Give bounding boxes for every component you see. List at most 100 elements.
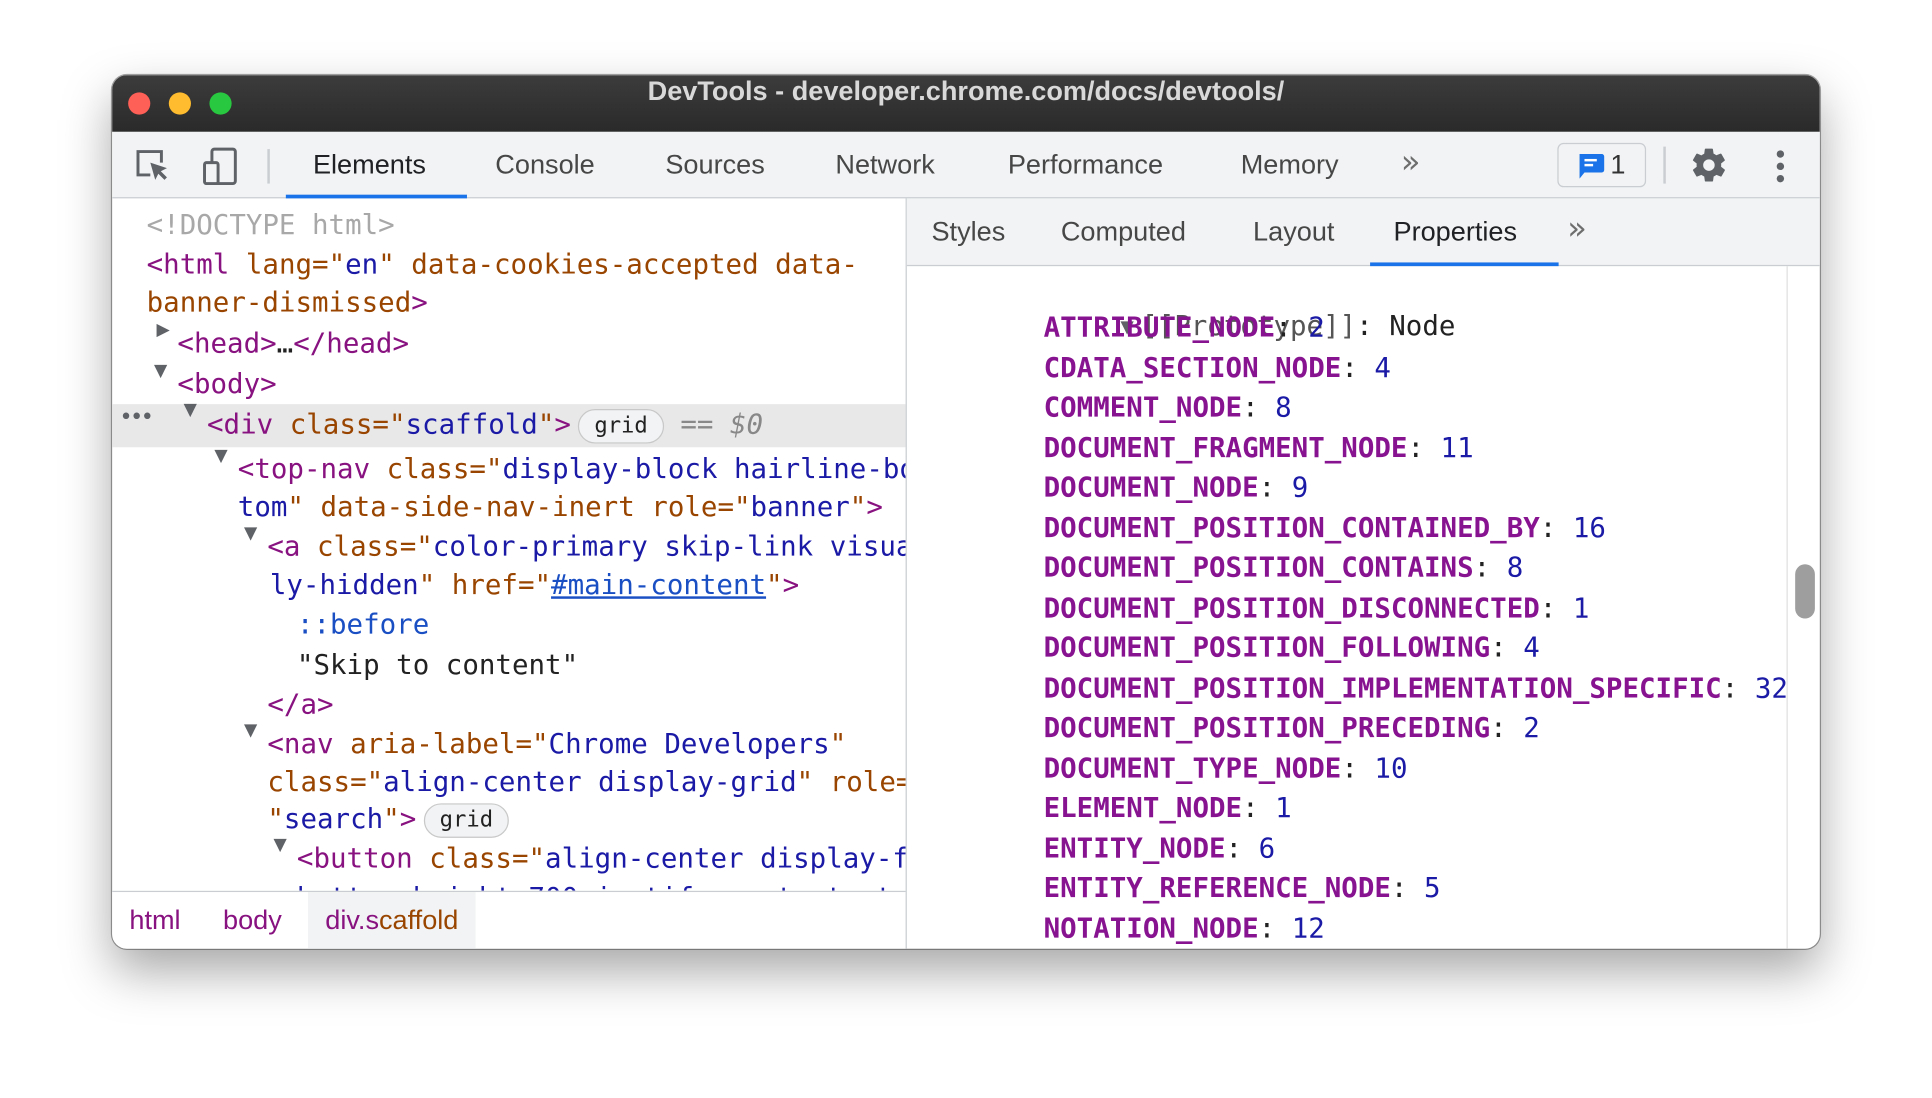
property-row[interactable]: ELEMENT_NODE: 1 [1044, 789, 1292, 828]
dom-node-row[interactable]: ▶ <head>…</head> [112, 320, 905, 363]
attribute-name: class=" [412, 842, 546, 875]
tag-name: <head> [177, 327, 277, 360]
dom-node-row[interactable]: ▼ <body> [112, 361, 905, 404]
collapse-triangle-icon[interactable]: ▼ [274, 835, 287, 855]
node-actions-icon[interactable]: ••• [120, 404, 154, 430]
tag-name: > [411, 287, 428, 320]
property-row[interactable]: DOCUMENT_TYPE_NODE: 10 [1044, 749, 1408, 788]
property-row[interactable]: DOCUMENT_NODE: 9 [1044, 468, 1309, 507]
elements-dom-tree[interactable]: <!DOCTYPE html> <html lang="en" data-cook… [112, 198, 906, 891]
dom-node-row[interactable]: ▼ <button class="align-center display-fle… [112, 835, 906, 878]
property-colon: : [1721, 672, 1755, 705]
collapse-triangle-icon[interactable]: ▼ [244, 524, 257, 544]
dom-node-row[interactable]: button-height-700 justify-content-start [112, 878, 906, 891]
dom-node-row[interactable]: class="align-center display-grid" role= [112, 763, 905, 802]
tab-layout[interactable]: Layout [1253, 198, 1334, 265]
property-row[interactable]: CDATA_SECTION_NODE: 4 [1044, 348, 1391, 387]
dom-node-row[interactable]: <!DOCTYPE html> [112, 206, 905, 245]
dom-node-row[interactable]: ly-hidden" href="#main-content"> [112, 566, 905, 605]
breadcrumb-body[interactable]: body [223, 892, 282, 949]
tag-name: > [554, 409, 571, 442]
tag-name: </head> [293, 327, 409, 360]
tab-computed[interactable]: Computed [1061, 198, 1186, 265]
attribute-value: align-center display-grid [383, 766, 797, 799]
property-value: 6 [1258, 832, 1276, 865]
property-key: ENTITY_NODE [1043, 832, 1226, 865]
more-options-icon[interactable] [1771, 148, 1791, 192]
scrollbar-thumb[interactable] [1795, 564, 1815, 619]
dom-node-row[interactable]: "search"> grid [112, 800, 905, 839]
attribute-name: " role= [796, 766, 906, 799]
tab-properties[interactable]: Properties [1394, 198, 1518, 265]
property-value: 2 [1308, 311, 1325, 344]
collapse-triangle-icon[interactable]: ▼ [154, 361, 167, 381]
dom-node-text: <head>…</head> [177, 324, 409, 363]
dom-node-text: <body> [177, 365, 276, 404]
tab-elements[interactable]: Elements [313, 132, 426, 197]
tag-name: > [399, 803, 417, 836]
property-colon: : [1341, 351, 1375, 384]
property-row[interactable]: NOTATION_NODE: 12 [1044, 909, 1325, 948]
collapse-triangle-icon[interactable]: ▼ [244, 721, 257, 741]
scrollbar-track[interactable] [1786, 266, 1788, 949]
property-row[interactable]: DOCUMENT_POSITION_FOLLOWING: 4 [1044, 628, 1540, 667]
grid-badge[interactable]: grid [578, 408, 664, 443]
property-colon: : [1341, 752, 1375, 785]
tab-performance[interactable]: Performance [1008, 132, 1163, 197]
device-toolbar-icon[interactable] [201, 147, 240, 186]
dom-node-row[interactable]: "Skip to content" [112, 646, 905, 685]
property-row[interactable]: DOCUMENT_POSITION_DISCONNECTED: 1 [1044, 588, 1590, 627]
property-row[interactable]: COMMENT_NODE: 8 [1044, 388, 1292, 427]
tab-sources[interactable]: Sources [665, 132, 764, 197]
dom-node-row[interactable]: ::before [112, 605, 905, 644]
property-row[interactable]: DOCUMENT_FRAGMENT_NODE: 11 [1044, 428, 1474, 467]
toolbar-separator [1663, 146, 1666, 184]
attribute-value: display-block hairline-bot [502, 453, 906, 486]
tab-styles[interactable]: Styles [931, 198, 1005, 265]
prototype-row[interactable]: ▼ [[Prototype]]: Node [988, 267, 1455, 342]
expand-triangle-icon[interactable]: ▶ [156, 320, 169, 340]
tab-memory[interactable]: Memory [1241, 132, 1339, 197]
dom-node-row[interactable]: <html lang="en" data-cookies-accepted da… [112, 245, 905, 284]
console-reference: $0 [729, 409, 764, 442]
tab-network[interactable]: Network [835, 132, 934, 197]
property-colon: : [1258, 471, 1292, 504]
more-sidebar-tabs-icon[interactable]: » [1567, 211, 1587, 248]
attribute-value: scaffold [405, 409, 538, 442]
breadcrumb-div-scaffold[interactable]: div.scaffold [308, 892, 476, 949]
property-row[interactable]: ENTITY_REFERENCE_NODE: 5 [1044, 869, 1441, 908]
inspect-element-icon[interactable] [134, 148, 171, 185]
main-toolbar: Elements Console Sources Network Perform… [112, 131, 1820, 199]
attribute-name: " data-cookies-accepted data- [378, 248, 858, 281]
dom-node-row[interactable]: ▼ <a class="color-primary skip-link visua… [112, 524, 906, 566]
settings-gear-icon[interactable] [1689, 145, 1728, 192]
breadcrumb-label: div.scaffold [325, 904, 459, 936]
tab-console[interactable]: Console [495, 132, 594, 197]
href-link[interactable]: #main-content [551, 569, 766, 601]
property-row[interactable]: ENTITY_NODE: 6 [1044, 829, 1276, 868]
issues-button[interactable]: 1 [1557, 142, 1647, 188]
property-row[interactable]: DOCUMENT_POSITION_CONTAINS: 8 [1044, 548, 1524, 587]
property-row[interactable]: DOCUMENT_POSITION_IMPLEMENTATION_SPECIFI… [1044, 668, 1787, 707]
property-value: 1 [1572, 592, 1590, 625]
more-tabs-icon[interactable]: » [1401, 144, 1421, 181]
property-colon: : [1242, 792, 1276, 825]
property-row[interactable]: ATTRIBUTE_NODE: 2 [1044, 308, 1325, 347]
tag-name: </a> [267, 688, 334, 721]
property-row[interactable]: DOCUMENT_POSITION_PRECEDING: 2 [1044, 708, 1540, 747]
property-key: ENTITY_REFERENCE_NODE [1043, 872, 1391, 905]
dom-node-row[interactable]: tom" data-side-nav-inert role="banner"> [112, 488, 905, 527]
grid-badge[interactable]: grid [423, 802, 510, 838]
dom-node-text: <top-nav class="display-block hairline-b… [238, 450, 906, 489]
dom-node-row[interactable]: ▼ <nav aria-label="Chrome Developers" [112, 721, 905, 763]
property-row[interactable]: DOCUMENT_POSITION_CONTAINED_BY: 16 [1044, 508, 1606, 547]
collapse-triangle-icon[interactable]: ▼ [214, 446, 227, 466]
breadcrumb-html[interactable]: html [129, 892, 180, 949]
dom-node-row-selected[interactable]: ••• ▼ <div class="scaffold"> grid == $0 [112, 400, 906, 448]
collapse-triangle-icon[interactable]: ▼ [184, 400, 197, 420]
property-value: 4 [1374, 351, 1391, 384]
property-colon: : [1407, 431, 1441, 464]
dom-node-row[interactable]: banner-dismissed> [112, 283, 905, 322]
dom-node-row[interactable]: ▼ <top-nav class="display-block hairline-… [112, 446, 906, 489]
dom-node-row[interactable]: </a> [112, 685, 905, 724]
